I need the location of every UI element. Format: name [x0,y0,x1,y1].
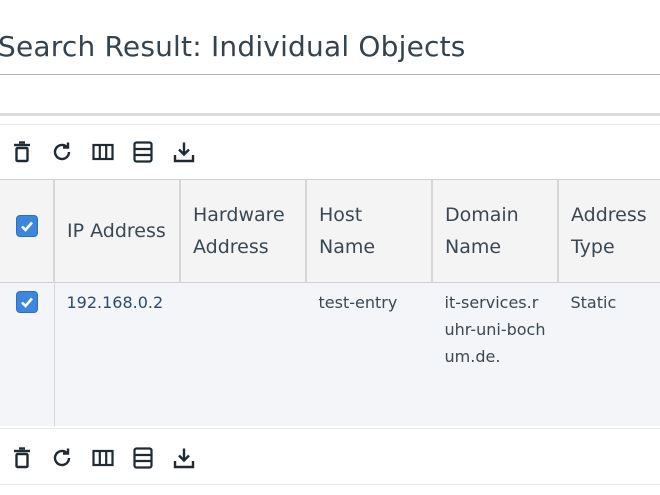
download-button[interactable] [169,137,199,167]
title-divider [0,74,660,75]
download-icon [173,141,195,163]
cell-domain-name: it-services.ruhr-uni-bochum.de. [432,282,559,426]
download-button[interactable] [169,443,199,473]
page-title: Search Result: Individual Objects [0,30,466,63]
table-row[interactable]: 192.168.0.2 test-entry it-services.ruhr-… [0,282,660,426]
cell-host-name: test-entry [306,282,433,426]
cell-address-type: Static [558,282,660,426]
rows-icon [133,141,153,163]
column-header-ip-address[interactable]: IP Address [54,179,181,283]
table-bottom-divider [0,428,660,429]
download-icon [173,447,195,469]
delete-button[interactable] [7,137,37,167]
columns-button[interactable] [88,137,118,167]
delete-icon [12,141,32,163]
column-header-host-name[interactable]: Host Name [306,179,433,283]
row-checkbox[interactable] [15,291,38,313]
column-header-address-type[interactable]: Address Type [558,179,660,283]
rows-button[interactable] [128,443,158,473]
refresh-icon [51,447,73,469]
column-header-hardware-address[interactable]: Hardware Address [180,179,307,283]
toolbar-divider [0,124,660,125]
refresh-icon [51,141,73,163]
column-header-domain-name[interactable]: Domain Name [432,179,559,283]
delete-icon [12,447,32,469]
select-all-checkbox[interactable] [15,215,38,237]
filter-band-divider [0,113,660,116]
cell-hardware-address [180,282,307,426]
table-toolbar-bottom [0,439,660,479]
rows-icon [133,447,153,469]
table-header-row: IP Address Hardware Address Host Name Do… [0,179,660,283]
columns-icon [92,143,114,161]
refresh-button[interactable] [47,443,77,473]
cell-ip-address[interactable]: 192.168.0.2 [54,282,181,426]
delete-button[interactable] [7,443,37,473]
rows-button[interactable] [128,137,158,167]
columns-icon [92,449,114,467]
page-bottom-divider [0,484,660,485]
refresh-button[interactable] [47,137,77,167]
columns-button[interactable] [88,443,118,473]
row-select-cell [0,282,55,426]
select-all-cell [0,179,55,283]
results-table: IP Address Hardware Address Host Name Do… [0,179,660,426]
table-toolbar-top [0,133,660,173]
